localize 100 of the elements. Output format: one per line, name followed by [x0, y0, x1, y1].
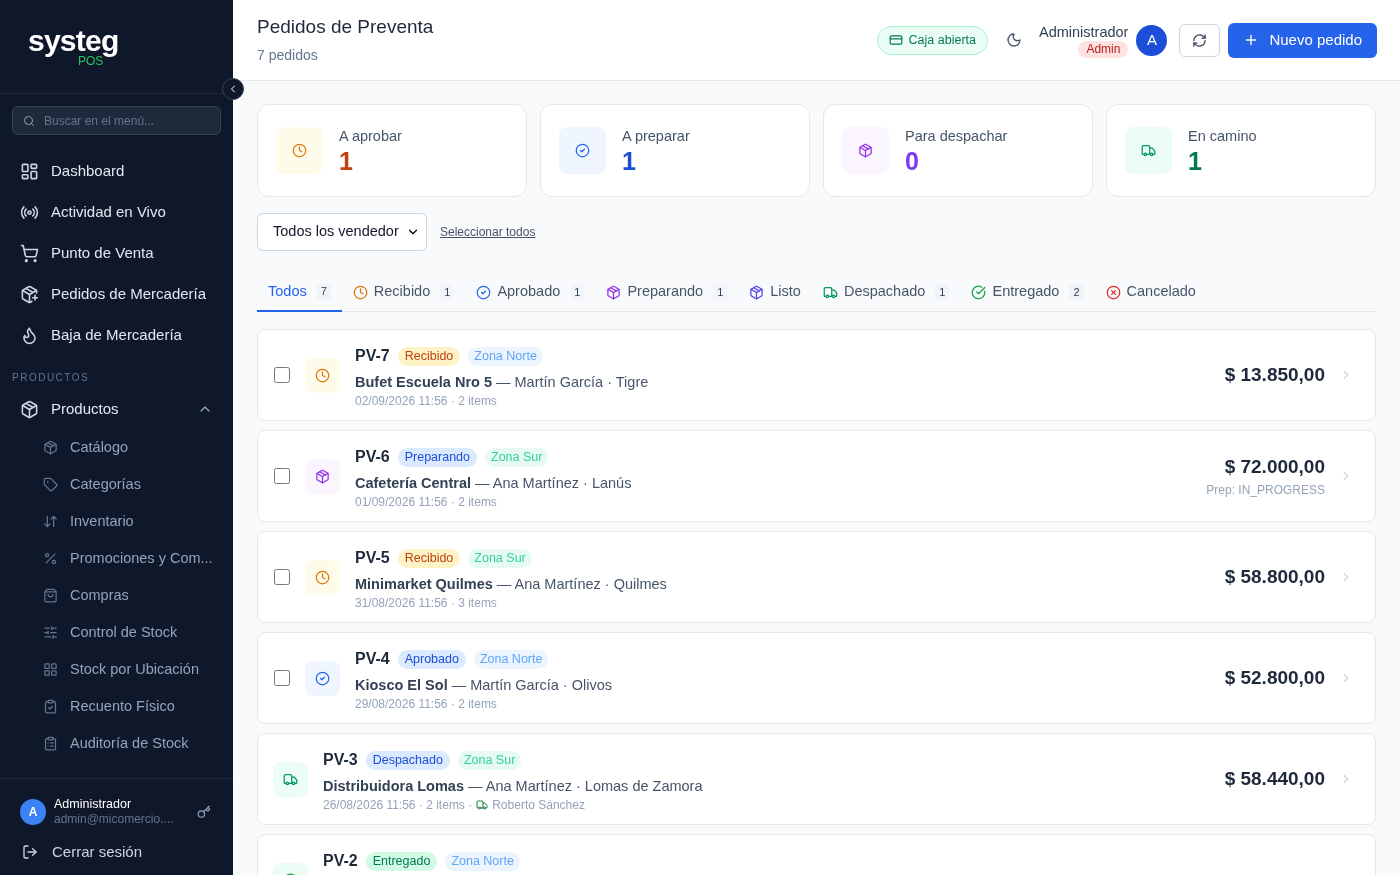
order-id: PV-4	[355, 649, 390, 669]
order-amount: $ 72.000,00	[1224, 454, 1325, 479]
select-all-link[interactable]: Seleccionar todos	[440, 223, 536, 241]
order-checkbox[interactable]	[274, 670, 290, 686]
order-detail: — Martín García · Olivos	[451, 676, 612, 695]
cash-status-badge: Caja abierta	[876, 25, 988, 55]
sidebar-subitem[interactable]: Compras	[0, 577, 233, 614]
clock-icon	[315, 569, 330, 585]
prep-note: Prep: IN_PROGRESS	[1206, 482, 1325, 500]
broadcast-icon	[20, 203, 39, 222]
new-order-button[interactable]: Nuevo pedido	[1228, 22, 1377, 58]
logo-subtitle: POS	[78, 54, 104, 67]
tab-count: 1	[570, 283, 585, 301]
sidebar-subitem[interactable]: Recuento Físico	[0, 688, 233, 725]
menu-search-field[interactable]: Buscar en el menú...	[12, 106, 221, 135]
truck-icon	[283, 771, 298, 787]
logout-icon	[22, 843, 38, 860]
user-email: admin@micomercio....	[54, 811, 175, 827]
stat-value: 1	[339, 147, 354, 176]
seller-dropdown[interactable]: Todos los vendedor	[257, 213, 427, 251]
status-tab[interactable]: Listo	[738, 273, 812, 311]
status-tab[interactable]: Despachado 1	[811, 273, 961, 311]
status-tab[interactable]: Todos 7	[257, 273, 342, 312]
stat-label: Para despachar	[905, 126, 1008, 146]
sidebar-subitem[interactable]: Catálogo	[0, 429, 233, 466]
sidebar-subitem[interactable]: Categorías	[0, 466, 233, 503]
order-amount: $ 13.850,00	[1224, 362, 1325, 387]
tab-count: 1	[440, 283, 455, 301]
order-detail: — Ana Martínez · Quilmes	[496, 575, 667, 594]
role-badge: Admin	[1078, 40, 1129, 58]
moon-icon	[1005, 32, 1022, 48]
sidebar-subitem[interactable]: Stock por Ubicación	[0, 651, 233, 688]
truck-icon	[476, 798, 489, 811]
theme-toggle[interactable]	[1005, 32, 1022, 48]
client-name: Distribuidora Lomas	[323, 777, 464, 796]
sidebar-subitem[interactable]: Control de Stock	[0, 614, 233, 651]
card-icon	[888, 33, 903, 47]
collapse-button[interactable]	[222, 78, 244, 100]
logo: systeg	[28, 26, 120, 55]
package-icon	[43, 440, 58, 455]
status-tab[interactable]: Entregado 2	[960, 273, 1095, 311]
sidebar-item[interactable]: Baja de Mercadería	[0, 315, 233, 356]
order-id: PV-2	[323, 851, 358, 871]
status-badge: Recibido	[397, 548, 461, 568]
header-user-name: Administrador	[1038, 22, 1129, 41]
sidebar-subitem[interactable]: Promociones y Com...	[0, 540, 233, 577]
page-title: Pedidos de Preventa	[257, 14, 435, 39]
order-detail: — Ana Martínez · Lanús	[475, 474, 632, 493]
zone-badge: Zona Sur	[485, 447, 549, 467]
order-count: 7 pedidos	[257, 45, 319, 65]
sidebar-subitem[interactable]: Inventario	[0, 503, 233, 540]
sidebar-item[interactable]: Pedidos de Mercadería	[0, 274, 233, 315]
sort-icon	[43, 514, 58, 529]
client-name: Minimarket Quilmes	[355, 575, 493, 594]
sidebar-subitem[interactable]: Auditoría de Stock	[0, 725, 233, 762]
status-badge: Preparando	[397, 447, 477, 467]
sidebar-item[interactable]: Dashboard	[0, 151, 233, 192]
order-checkbox[interactable]	[274, 468, 290, 484]
package-icon	[858, 143, 873, 158]
order-checkbox[interactable]	[274, 367, 290, 383]
percent-icon	[43, 551, 58, 566]
order-card[interactable]: PV-7 Recibido Zona Norte Bufet Escuela Nro 5 — Martín García · Tigre 02/09/2026 11:56 · 2 items $ 13.850,00	[257, 329, 1376, 421]
cancel-icon	[1105, 284, 1121, 300]
tag-icon	[43, 477, 58, 492]
logout-link[interactable]: Cerrar sesión	[0, 840, 233, 863]
sliders-icon	[43, 625, 58, 640]
status-badge: Entregado	[365, 851, 438, 871]
order-meta: 26/08/2026 11:56 · 2 items ·	[323, 797, 473, 812]
order-card[interactable]: PV-6 Preparando Zona Sur Cafetería Central — Ana Martínez · Lanús 01/09/2026 11:56 · 2 items $ 72.000,00 Prep: IN_PROGRESS	[257, 430, 1376, 522]
refresh-button[interactable]	[1179, 23, 1221, 57]
header-avatar: A	[1136, 24, 1168, 56]
stat-value: 1	[1188, 147, 1203, 176]
order-meta: 31/08/2026 11:56 · 3 items	[355, 595, 497, 610]
check-circle-icon	[971, 284, 987, 300]
order-detail: — Ana Martínez · Lomas de Zamora	[468, 777, 703, 796]
status-tab[interactable]: Recibido 1	[341, 273, 466, 311]
status-tab[interactable]: Cancelado	[1094, 273, 1207, 311]
user-name: Administrador	[54, 796, 133, 812]
dashboard-icon	[20, 162, 39, 181]
status-tab[interactable]: Preparando 1	[595, 273, 739, 311]
order-card[interactable]: PV-4 Aprobado Zona Norte Kiosco El Sol — Martín García · Olivos 29/08/2026 11:56 · 2 items $ 52.800,00	[257, 632, 1376, 724]
section-label: PRODUCTOS	[11, 371, 91, 385]
truck-icon	[1141, 143, 1156, 158]
order-checkbox[interactable]	[274, 569, 290, 585]
key-icon[interactable]	[197, 804, 211, 819]
order-card[interactable]: PV-5 Recibido Zona Sur Minimarket Quilmes — Ana Martínez · Quilmes 31/08/2026 11:56 · 3 items $ 58.800,00	[257, 531, 1376, 623]
clipboard-list-icon	[43, 736, 58, 751]
search-icon	[23, 115, 35, 127]
status-tab[interactable]: Aprobado 1	[465, 273, 596, 311]
user-avatar: A	[20, 798, 46, 825]
sidebar-item[interactable]: Actividad en Vivo	[0, 192, 233, 233]
order-meta: 01/09/2026 11:56 · 2 items	[355, 494, 497, 509]
order-card[interactable]: PV-2 Entregado Zona Norte	[257, 834, 1376, 875]
package-icon	[749, 284, 765, 300]
stat-label: En camino	[1188, 126, 1257, 146]
sidebar-group[interactable]: Productos	[0, 389, 233, 429]
zone-badge: Zona Norte	[473, 649, 549, 669]
flame-icon	[20, 326, 39, 345]
order-card[interactable]: PV-3 Despachado Zona Sur Distribuidora Lomas — Ana Martínez · Lomas de Zamora 26/08/2026 11:56 · 2 items · Roberto Sánchez $ 58.440,00	[257, 733, 1376, 825]
sidebar-item[interactable]: Punto de Venta	[0, 233, 233, 274]
